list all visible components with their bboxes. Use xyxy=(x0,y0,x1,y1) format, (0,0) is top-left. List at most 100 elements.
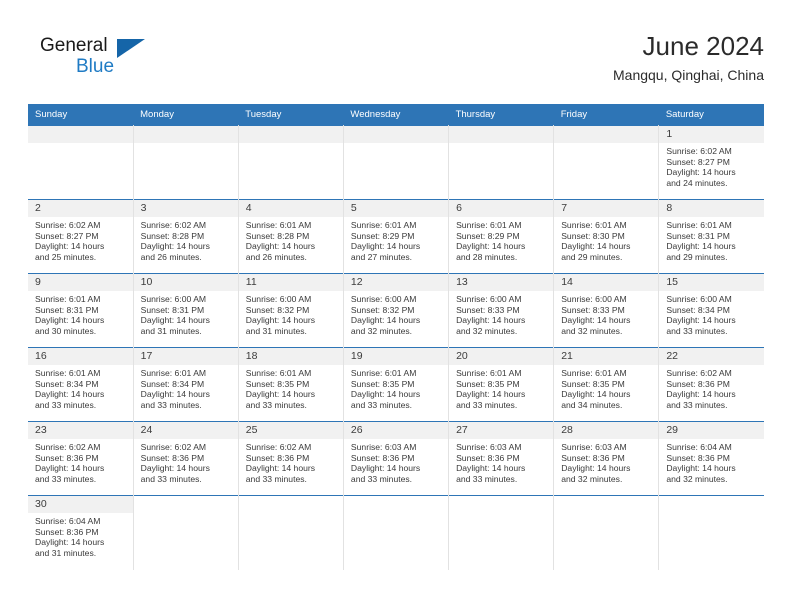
day-cell-8[interactable]: 8 Sunrise: 6:01 AM Sunset: 8:31 PM Daylight… xyxy=(658,199,764,274)
day-cell-11[interactable]: 11 Sunrise: 6:00 AM Sunset: 8:32 PM Dayligh… xyxy=(238,273,344,348)
day-cell-29[interactable]: 29 Sunrise: 6:04 AM Sunset: 8:36 PM Dayligh… xyxy=(658,421,764,496)
day-cell-10[interactable]: 10 Sunrise: 6:00 AM Sunset: 8:31 PM Dayligh… xyxy=(133,273,239,348)
day-cell-inner: 26 Sunrise: 6:03 AM Sunset: 8:36 PM Dayligh… xyxy=(343,422,449,495)
day-cell-empty xyxy=(238,495,344,570)
sunset-text: Sunset: 8:30 PM xyxy=(561,230,625,241)
daylight-text-line2: and 32 minutes. xyxy=(561,473,623,484)
sunrise-text: Sunrise: 6:03 AM xyxy=(561,442,627,452)
daylight-text-line2: and 25 minutes. xyxy=(35,251,97,262)
day-cell-19[interactable]: 19 Sunrise: 6:01 AM Sunset: 8:35 PM Dayligh… xyxy=(343,347,450,422)
day-cell-30[interactable]: 30 Sunrise: 6:04 AM Sunset: 8:36 PM Dayligh… xyxy=(28,495,134,570)
day-details: Sunrise: 6:02 AM Sunset: 8:36 PM Daylight:… xyxy=(134,439,238,484)
day-cell-12[interactable]: 12 Sunrise: 6:00 AM Sunset: 8:32 PM Dayligh… xyxy=(343,273,450,348)
daylight-text-line1: Daylight: 14 hours xyxy=(350,389,421,400)
day-cell-inner xyxy=(239,496,343,570)
daylight-text-line2: and 33 minutes. xyxy=(140,399,202,410)
daylight-text-line1: Daylight: 14 hours xyxy=(350,463,421,474)
day-cell-20[interactable]: 20 Sunrise: 6:01 AM Sunset: 8:35 PM Dayligh… xyxy=(448,347,555,422)
daylight-text-line2: and 33 minutes. xyxy=(245,399,307,410)
sunset-text: Sunset: 8:36 PM xyxy=(666,378,730,389)
day-number xyxy=(343,126,449,143)
sunset-text: Sunset: 8:31 PM xyxy=(140,304,205,315)
weekday-header-wednesday: Wednesday xyxy=(343,104,449,126)
day-number: 16 xyxy=(28,348,133,365)
day-cell-15[interactable]: 15 Sunrise: 6:00 AM Sunset: 8:34 PM Dayligh… xyxy=(658,273,764,348)
daylight-text-line1: Daylight: 14 hours xyxy=(456,315,526,326)
weekday-header-monday: Monday xyxy=(133,104,239,126)
day-cell-27[interactable]: 27 Sunrise: 6:03 AM Sunset: 8:36 PM Dayligh… xyxy=(448,421,555,496)
day-cell-21[interactable]: 21 Sunrise: 6:01 AM Sunset: 8:35 PM Dayligh… xyxy=(553,347,660,422)
day-details: Sunrise: 6:03 AM Sunset: 8:36 PM Daylight:… xyxy=(554,439,658,484)
day-details: Sunrise: 6:00 AM Sunset: 8:31 PM Daylight:… xyxy=(134,291,238,336)
day-cell-7[interactable]: 7 Sunrise: 6:01 AM Sunset: 8:30 PM Daylight… xyxy=(553,199,660,274)
day-cell-empty xyxy=(448,125,555,200)
sunrise-text: Sunrise: 6:01 AM xyxy=(456,368,522,378)
sunrise-text: Sunrise: 6:02 AM xyxy=(140,220,207,230)
day-cell-2[interactable]: 2 Sunrise: 6:02 AM Sunset: 8:27 PM Daylight… xyxy=(28,199,134,274)
daylight-text-line2: and 33 minutes. xyxy=(456,399,518,410)
daylight-text-line2: and 33 minutes. xyxy=(666,399,728,410)
sunset-text: Sunset: 8:29 PM xyxy=(456,230,520,241)
day-cell-9[interactable]: 9 Sunrise: 6:01 AM Sunset: 8:31 PM Daylight… xyxy=(28,273,134,348)
day-number: 25 xyxy=(238,422,343,439)
day-cell-5[interactable]: 5 Sunrise: 6:01 AM Sunset: 8:29 PM Daylight… xyxy=(343,199,450,274)
calendar-header-row: Sunday Monday Tuesday Wednesday Thursday Frid… xyxy=(28,104,764,126)
day-cell-empty xyxy=(448,495,555,570)
day-number: 17 xyxy=(133,348,238,365)
day-cell-25[interactable]: 25 Sunrise: 6:02 AM Sunset: 8:36 PM Dayligh… xyxy=(238,421,344,496)
day-number: 24 xyxy=(133,422,238,439)
day-cell-empty xyxy=(343,495,450,570)
day-cell-14[interactable]: 14 Sunrise: 6:00 AM Sunset: 8:33 PM Dayligh… xyxy=(553,273,660,348)
day-cell-23[interactable]: 23 Sunrise: 6:02 AM Sunset: 8:36 PM Dayligh… xyxy=(28,421,134,496)
day-details: Sunrise: 6:00 AM Sunset: 8:32 PM Daylight:… xyxy=(239,291,343,336)
day-cell-inner xyxy=(659,496,764,570)
day-cell-inner: 28 Sunrise: 6:03 AM Sunset: 8:36 PM Dayligh… xyxy=(554,422,659,495)
sunset-text: Sunset: 8:31 PM xyxy=(666,230,730,241)
daylight-text-line1: Daylight: 14 hours xyxy=(666,167,736,178)
daylight-text-line1: Daylight: 14 hours xyxy=(456,463,526,474)
day-number: 29 xyxy=(659,422,764,439)
day-cell-inner: 29 Sunrise: 6:04 AM Sunset: 8:36 PM Dayligh… xyxy=(659,422,764,495)
sunrise-text: Sunrise: 6:00 AM xyxy=(456,294,522,304)
daylight-text-line2: and 27 minutes. xyxy=(350,251,413,262)
sunset-text: Sunset: 8:36 PM xyxy=(561,452,625,463)
day-cell-inner: 6 Sunrise: 6:01 AM Sunset: 8:29 PM Daylight… xyxy=(449,200,554,273)
day-details: Sunrise: 6:02 AM Sunset: 8:36 PM Daylight:… xyxy=(239,439,343,484)
day-cell-inner: 13 Sunrise: 6:00 AM Sunset: 8:33 PM Dayligh… xyxy=(449,274,554,347)
daylight-text-line1: Daylight: 14 hours xyxy=(140,389,210,400)
title-block: June 2024 Mangqu, Qinghai, China xyxy=(613,30,764,85)
day-cell-28[interactable]: 28 Sunrise: 6:03 AM Sunset: 8:36 PM Dayligh… xyxy=(553,421,660,496)
day-number: 6 xyxy=(449,200,554,217)
day-cell-inner xyxy=(28,126,133,199)
day-cell-inner xyxy=(449,126,554,199)
daylight-text-line1: Daylight: 14 hours xyxy=(456,389,526,400)
day-cell-22[interactable]: 22 Sunrise: 6:02 AM Sunset: 8:36 PM Dayligh… xyxy=(658,347,764,422)
general-blue-logo[interactable]: General Blue xyxy=(40,36,160,88)
day-cell-inner: 8 Sunrise: 6:01 AM Sunset: 8:31 PM Daylight… xyxy=(659,200,764,273)
day-cell-24[interactable]: 24 Sunrise: 6:02 AM Sunset: 8:36 PM Dayligh… xyxy=(133,421,239,496)
sunset-text: Sunset: 8:36 PM xyxy=(666,452,730,463)
day-cell-inner xyxy=(238,126,343,199)
day-cell-13[interactable]: 13 Sunrise: 6:00 AM Sunset: 8:33 PM Dayligh… xyxy=(448,273,555,348)
day-cell-18[interactable]: 18 Sunrise: 6:01 AM Sunset: 8:35 PM Dayligh… xyxy=(238,347,344,422)
day-cell-26[interactable]: 26 Sunrise: 6:03 AM Sunset: 8:36 PM Dayligh… xyxy=(343,421,450,496)
day-cell-16[interactable]: 16 Sunrise: 6:01 AM Sunset: 8:34 PM Dayligh… xyxy=(28,347,134,422)
day-details: Sunrise: 6:03 AM Sunset: 8:36 PM Daylight:… xyxy=(449,439,553,484)
day-cell-1[interactable]: 1 Sunrise: 6:02 AM Sunset: 8:27 PM Daylight… xyxy=(658,125,764,200)
day-details: Sunrise: 6:02 AM Sunset: 8:36 PM Daylight:… xyxy=(28,439,133,484)
day-number: 11 xyxy=(238,274,343,291)
sunrise-text: Sunrise: 6:01 AM xyxy=(456,220,522,230)
day-cell-17[interactable]: 17 Sunrise: 6:01 AM Sunset: 8:34 PM Dayligh… xyxy=(133,347,239,422)
daylight-text-line2: and 33 minutes. xyxy=(666,325,728,336)
day-cell-inner: 10 Sunrise: 6:00 AM Sunset: 8:31 PM Dayligh… xyxy=(133,274,238,347)
daylight-text-line1: Daylight: 14 hours xyxy=(245,389,316,400)
sunrise-text: Sunrise: 6:02 AM xyxy=(35,220,101,230)
day-cell-4[interactable]: 4 Sunrise: 6:01 AM Sunset: 8:28 PM Daylight… xyxy=(238,199,344,274)
page-title: June 2024 xyxy=(642,31,764,61)
daylight-text-line1: Daylight: 14 hours xyxy=(350,241,421,252)
sunrise-text: Sunrise: 6:01 AM xyxy=(35,368,101,378)
day-cell-3[interactable]: 3 Sunrise: 6:02 AM Sunset: 8:28 PM Daylight… xyxy=(133,199,239,274)
sunset-text: Sunset: 8:35 PM xyxy=(245,378,310,389)
day-cell-6[interactable]: 6 Sunrise: 6:01 AM Sunset: 8:29 PM Daylight… xyxy=(448,199,555,274)
day-cell-inner: 30 Sunrise: 6:04 AM Sunset: 8:36 PM Dayligh… xyxy=(28,496,133,570)
